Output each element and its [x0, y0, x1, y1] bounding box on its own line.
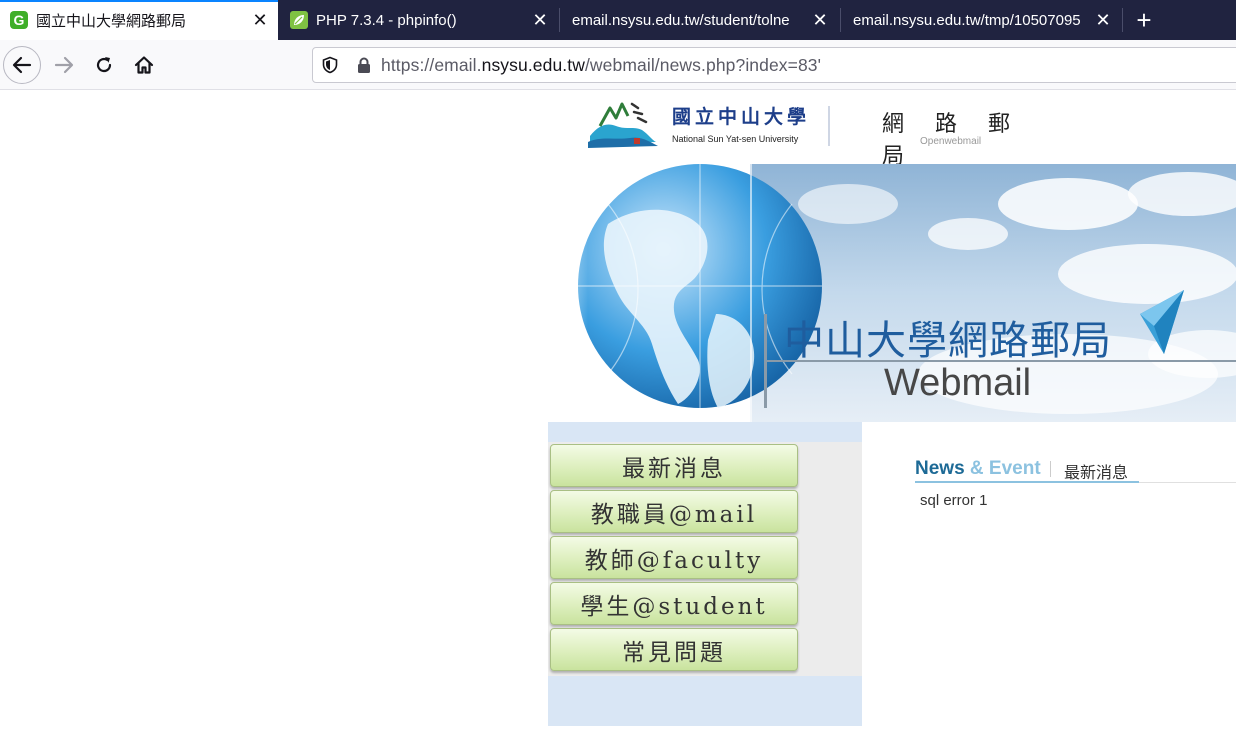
menu-student-button[interactable]: 學生@student: [550, 582, 798, 625]
tab-separator: [559, 8, 560, 32]
arrow-right-icon: [54, 56, 74, 74]
plus-icon: +: [1136, 4, 1152, 35]
university-name-en: National Sun Yat-sen University: [672, 134, 799, 144]
tab-separator: [1122, 8, 1123, 32]
news-body-text: sql error 1: [920, 492, 988, 509]
reload-icon: [96, 57, 112, 73]
tab-webmail[interactable]: G 國立中山大學網路郵局 ✕: [0, 0, 278, 40]
php-leaf-icon: [290, 11, 308, 29]
news-heading-cn: 最新消息: [1064, 465, 1129, 482]
tab-separator: [840, 8, 841, 32]
news-heading-en: News & Event: [915, 458, 1041, 480]
url-prefix: https://email.: [381, 54, 482, 75]
news-heading: News & Event 最新消息: [915, 456, 1236, 483]
tab-title: PHP 7.3.4 - phpinfo(): [316, 11, 457, 29]
navigation-toolbar: https://email.nsysu.edu.tw/webmail/news.…: [0, 40, 1236, 90]
news-heading-underline: [915, 481, 1139, 483]
menu-faq-button[interactable]: 常見問題: [550, 628, 798, 671]
back-button[interactable]: [3, 46, 41, 84]
reload-button[interactable]: [85, 46, 123, 84]
side-menu: 最新消息 教職員@mail 教師@faculty 學生@student 常見問題: [548, 422, 862, 726]
news-heading-divider: [1050, 461, 1051, 477]
home-button[interactable]: [125, 46, 163, 84]
site-header: 國立中山大學 National Sun Yat-sen University 網…: [586, 96, 1046, 169]
banner-subtitle: Webmail: [884, 362, 1032, 404]
tab-title: email.nsysu.edu.tw/tmp/10507095: [853, 11, 1081, 29]
header-divider: [828, 106, 830, 146]
news-heading-rule: [1139, 482, 1236, 483]
tab-phpinfo[interactable]: PHP 7.3.4 - phpinfo() ✕: [280, 0, 558, 40]
new-tab-button[interactable]: +: [1124, 0, 1164, 40]
hero-banner: 中山大學網路郵局 Webmail: [548, 164, 1236, 422]
forward-button[interactable]: [45, 46, 83, 84]
lock-icon[interactable]: [355, 56, 373, 74]
tab-strip: G 國立中山大學網路郵局 ✕ PHP 7.3.4 - phpinfo() ✕ e…: [0, 0, 1236, 40]
shield-icon[interactable]: [321, 56, 339, 74]
banner-title: 中山大學網路郵局: [784, 318, 1112, 364]
address-bar[interactable]: https://email.nsysu.edu.tw/webmail/news.…: [312, 47, 1236, 83]
university-logo-icon: [588, 102, 658, 148]
url-path: /webmail/news.php?index=83': [584, 54, 822, 75]
close-icon[interactable]: ✕: [530, 10, 550, 30]
side-menu-body: 最新消息 教職員@mail 教師@faculty 學生@student 常見問題: [548, 442, 862, 676]
url-domain: nsysu.edu.tw: [481, 54, 585, 75]
close-icon[interactable]: ✕: [1093, 10, 1113, 30]
menu-staff-mail-button[interactable]: 教職員@mail: [550, 490, 798, 533]
service-subtitle: Openwebmail: [920, 136, 982, 147]
news-heading-news: News: [915, 458, 965, 479]
close-icon[interactable]: ✕: [250, 10, 270, 30]
arrow-left-icon: [12, 56, 32, 74]
tab-title: email.nsysu.edu.tw/student/tolne: [572, 11, 790, 29]
tab-title: 國立中山大學網路郵局: [36, 12, 187, 30]
tab-tolne[interactable]: email.nsysu.edu.tw/student/tolne ✕: [562, 0, 838, 40]
g-icon: G: [10, 11, 28, 29]
tab-tmp[interactable]: email.nsysu.edu.tw/tmp/10507095 ✕: [843, 0, 1121, 40]
url-text[interactable]: https://email.nsysu.edu.tw/webmail/news.…: [381, 55, 821, 76]
menu-faculty-button[interactable]: 教師@faculty: [550, 536, 798, 579]
university-name-cn: 國立中山大學: [672, 106, 811, 128]
close-icon[interactable]: ✕: [810, 10, 830, 30]
menu-latest-news-button[interactable]: 最新消息: [550, 444, 798, 487]
home-icon: [134, 56, 154, 74]
news-heading-event: & Event: [964, 458, 1041, 479]
